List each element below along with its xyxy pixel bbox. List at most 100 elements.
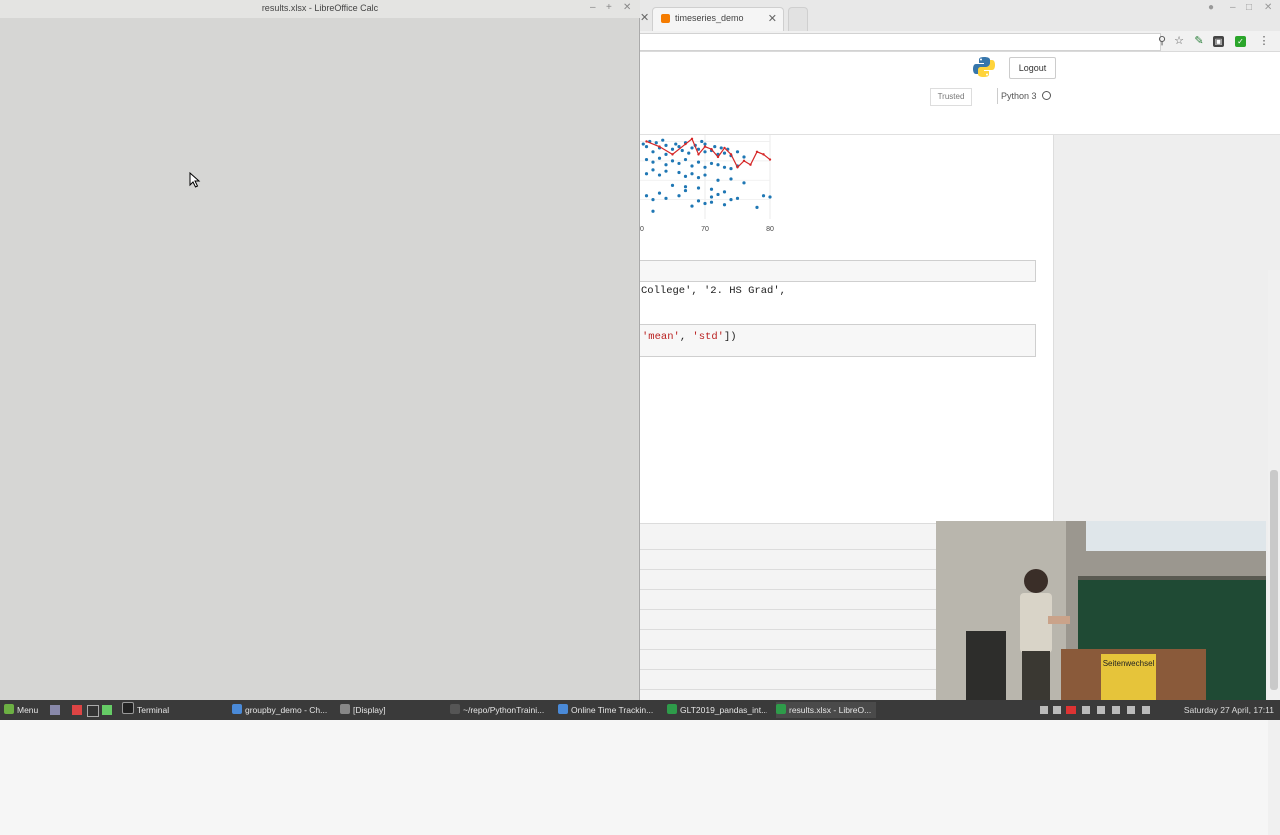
scatter-point xyxy=(761,194,766,198)
scatter-point xyxy=(709,200,714,204)
line-point xyxy=(690,137,694,141)
user-icon[interactable]: ● xyxy=(1208,2,1214,13)
scatter-point xyxy=(722,190,727,194)
scatter-point xyxy=(690,204,694,208)
scatter-point xyxy=(713,145,717,149)
tray-flag-icon[interactable] xyxy=(1066,706,1076,714)
line-point xyxy=(658,145,661,148)
scatter-point xyxy=(664,163,668,167)
scatter-point xyxy=(657,156,662,160)
scatter-point xyxy=(716,163,720,167)
scatter-point xyxy=(709,195,714,199)
tray-bluetooth-icon[interactable] xyxy=(1097,706,1105,714)
libreoffice-calc-window: results.xlsx - LibreOffice Calc – + ✕ xyxy=(0,0,640,700)
minimize-icon[interactable]: – xyxy=(1230,2,1236,13)
tray-screen-icon[interactable] xyxy=(1053,706,1061,714)
scatter-point xyxy=(644,172,649,176)
address-input[interactable] xyxy=(640,33,1161,51)
zoom-icon[interactable]: ⚲ xyxy=(1155,34,1169,48)
scatter-point xyxy=(644,194,649,198)
close-icon[interactable]: ✕ xyxy=(640,11,649,24)
taskbar-item-repo[interactable]: ~/repo/PythonTraini... xyxy=(450,702,550,718)
code-cell-1[interactable] xyxy=(640,260,1036,282)
taskbar-item-glt2019[interactable]: GLT2019_pandas_int... xyxy=(667,702,767,718)
scatter-point xyxy=(703,201,707,206)
extension-pen-icon[interactable]: ✎ xyxy=(1192,34,1206,48)
scatter-point xyxy=(664,152,668,156)
taskbar-item-label: Online Time Trackin... xyxy=(571,705,654,715)
notebook-page: 0 70 80 College', '2. HS Grad', 'mean', 's… xyxy=(640,135,1054,525)
tray-wifi-icon[interactable] xyxy=(1127,706,1135,714)
calc-icon xyxy=(667,704,677,714)
extension-icon[interactable]: ▣ xyxy=(1213,36,1224,47)
line-point xyxy=(762,153,765,156)
show-desktop-icon[interactable] xyxy=(50,705,60,715)
files-launcher-icon[interactable] xyxy=(102,705,112,715)
scatter-point xyxy=(670,183,675,187)
minimize-icon[interactable]: – xyxy=(590,2,596,13)
taskbar-item-groupby[interactable]: groupby_demo - Ch... xyxy=(232,702,332,718)
taskbar-item-label: results.xlsx - LibreO... xyxy=(789,705,872,715)
tray-network-icon[interactable] xyxy=(1082,706,1090,714)
scatter-point xyxy=(683,188,688,193)
x-tick-label: 0 xyxy=(640,226,644,233)
line-point xyxy=(729,153,733,156)
scatter-point xyxy=(664,196,668,200)
taskbar-item-display[interactable]: [Display] xyxy=(340,702,440,718)
code-cell-2[interactable]: 'mean', 'std']) xyxy=(640,324,1036,357)
x-tick-label: 70 xyxy=(701,226,709,233)
maximize-icon[interactable]: + xyxy=(606,2,612,13)
scatter-chart: 0 70 80 xyxy=(640,135,774,233)
line-point xyxy=(671,153,674,156)
tab-timeseries-demo[interactable]: timeseries_demo ✕ xyxy=(652,7,784,31)
bookmark-star-icon[interactable]: ☆ xyxy=(1172,34,1186,48)
scatter-point xyxy=(664,143,668,147)
folder-icon xyxy=(450,704,460,714)
taskbar-item-terminal[interactable]: Terminal xyxy=(122,702,222,718)
code-string-std: 'std' xyxy=(692,331,724,343)
kernel-indicator: Python 3 xyxy=(997,88,1051,104)
green-extension-icon[interactable]: ✓ xyxy=(1235,36,1246,47)
scatter-point xyxy=(674,142,678,146)
scatter-point xyxy=(700,139,704,144)
new-tab-button[interactable] xyxy=(788,7,808,31)
scatter-point xyxy=(709,187,714,191)
close-icon[interactable]: ✕ xyxy=(623,2,631,13)
kernel-name: Python 3 xyxy=(1001,91,1037,101)
python-logo-icon xyxy=(973,57,995,77)
close-tab-icon[interactable]: ✕ xyxy=(768,12,777,25)
speaker-video-image: Seitenwechsel xyxy=(936,521,1266,707)
scatter-point xyxy=(735,150,740,154)
scatter-point xyxy=(657,173,662,177)
maximize-icon[interactable]: □ xyxy=(1246,2,1252,13)
terminal-launcher-icon[interactable] xyxy=(87,705,99,717)
mint-logo-icon xyxy=(4,704,14,714)
notebook-header: Logout Trusted Python 3 xyxy=(640,52,1280,135)
taskbar-item-results[interactable]: results.xlsx - LibreO... xyxy=(776,702,876,718)
scatter-point xyxy=(729,177,733,181)
scrollbar-thumb[interactable] xyxy=(1270,470,1278,690)
calc-loading-area xyxy=(0,18,638,700)
scatter-point xyxy=(716,192,720,197)
taskbar-item-timetracking[interactable]: Online Time Trackin... xyxy=(558,702,658,718)
banner-label: Seitenwechsel xyxy=(1103,659,1155,668)
tray-user-icon[interactable] xyxy=(1040,706,1048,714)
display-icon xyxy=(340,704,350,714)
speaker-video: Seitenwechsel xyxy=(936,521,1266,707)
scatter-point xyxy=(651,198,655,202)
line-point xyxy=(716,155,720,159)
scatter-point xyxy=(654,141,658,145)
browser-launcher-icon[interactable] xyxy=(72,705,82,715)
clock[interactable]: Saturday 27 April, 17:11 xyxy=(1184,702,1274,718)
scatter-point xyxy=(768,195,772,199)
trusted-badge[interactable]: Trusted xyxy=(930,88,972,106)
tray-volume-icon[interactable] xyxy=(1142,706,1150,714)
start-menu-button[interactable]: Menu xyxy=(4,702,38,718)
tray-battery-icon[interactable] xyxy=(1112,706,1120,714)
scatter-point xyxy=(690,172,694,176)
code-string-mean: 'mean' xyxy=(642,331,680,343)
logout-button[interactable]: Logout xyxy=(1009,57,1056,79)
menu-kebab-icon[interactable]: ⋮ xyxy=(1257,34,1271,48)
mouse-pointer-icon xyxy=(189,172,201,188)
close-window-icon[interactable]: ✕ xyxy=(1264,2,1272,13)
